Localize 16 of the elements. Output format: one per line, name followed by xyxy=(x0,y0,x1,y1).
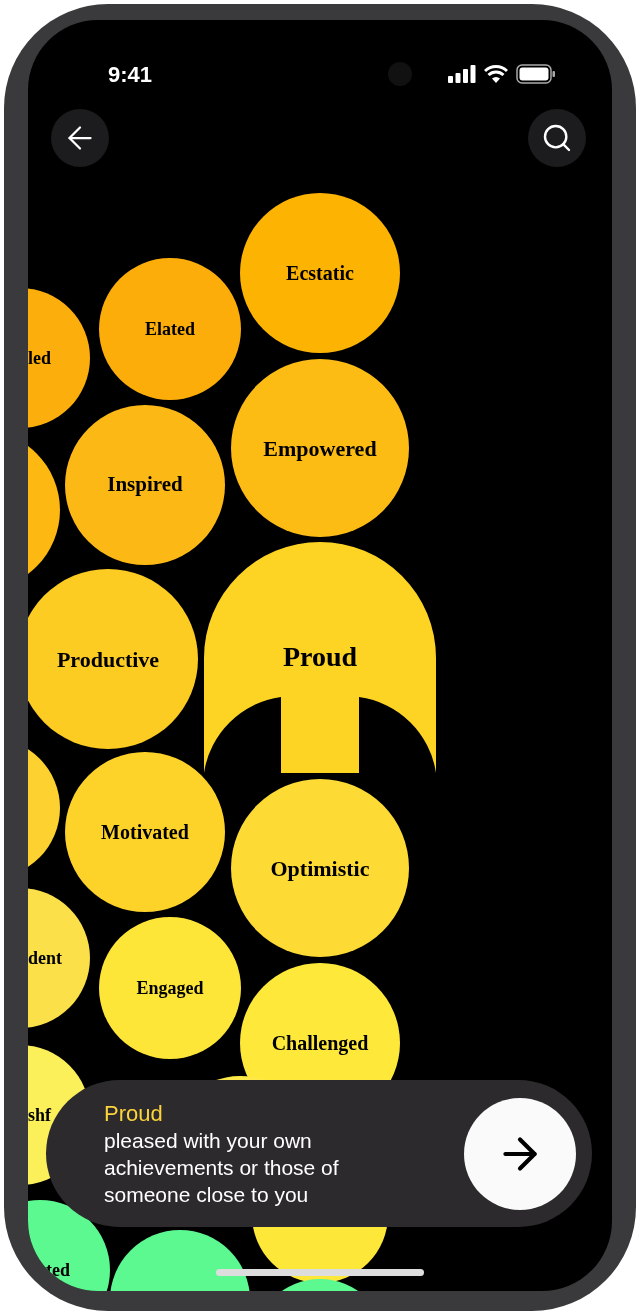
emotion-label: Engaged xyxy=(136,976,204,1000)
emotion-label: Inspired xyxy=(107,471,183,499)
emotion-label: Challenged xyxy=(271,1031,369,1057)
emotion-label: Elated xyxy=(145,317,195,341)
status-time: 9:41 xyxy=(108,60,153,89)
card-description: pleased with your own achievements or those of someone close to you xyxy=(104,1127,340,1208)
emotion-label: Productive xyxy=(56,645,160,674)
emotion-label: led xyxy=(28,349,51,367)
emotion-label: Proud xyxy=(282,639,358,674)
emotion-label: Optimistic xyxy=(270,854,370,883)
card-title: Proud xyxy=(104,1099,164,1127)
emotion-label: Empowered xyxy=(263,434,377,463)
emotion-label: shf xyxy=(28,1106,51,1124)
emotion-label: Ecstatic xyxy=(286,261,354,286)
emotion-label: Motivated xyxy=(101,820,189,845)
emotion-label: dent xyxy=(28,949,62,967)
